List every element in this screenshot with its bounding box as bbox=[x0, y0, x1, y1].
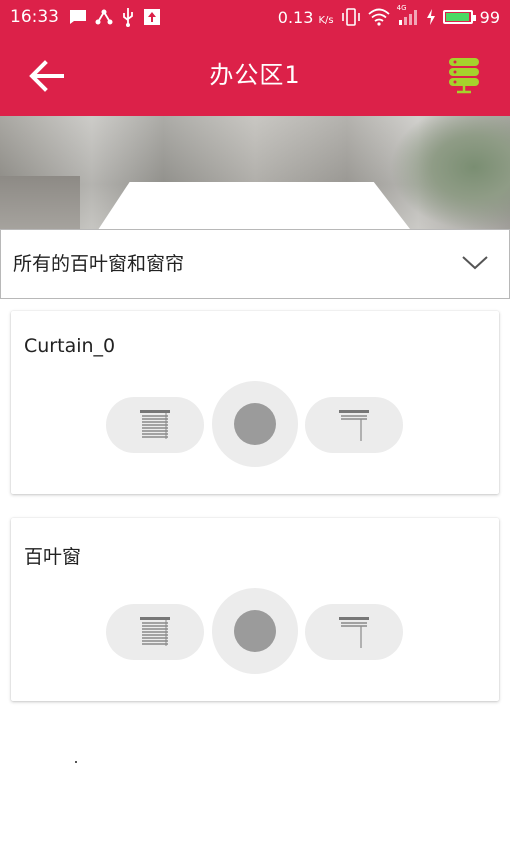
stop-button[interactable] bbox=[234, 403, 276, 445]
upload-icon bbox=[143, 8, 161, 26]
server-button[interactable] bbox=[444, 54, 484, 98]
open-blind-button[interactable] bbox=[305, 604, 403, 660]
app-bar: 办公区1 bbox=[0, 34, 510, 116]
network-type: 4G bbox=[396, 4, 407, 12]
device-card: 百叶窗 bbox=[11, 518, 499, 701]
open-blind-button[interactable] bbox=[305, 397, 403, 453]
battery-fill bbox=[445, 13, 470, 21]
message-icon bbox=[69, 9, 87, 25]
close-blind-button[interactable] bbox=[106, 604, 204, 660]
device-filter-dropdown[interactable]: 所有的百叶窗和窗帘 bbox=[0, 229, 510, 299]
battery-level: 99 bbox=[479, 7, 500, 27]
stop-ring bbox=[206, 375, 304, 473]
dropdown-selected-value: 所有的百叶窗和窗帘 bbox=[13, 253, 185, 275]
data-rate: 0.13 K/s bbox=[278, 8, 334, 27]
data-rate-value: 0.13 bbox=[277, 7, 314, 27]
status-bar: 16:33 0.13 K/s 4G 99 bbox=[0, 0, 510, 34]
device-name: Curtain_0 bbox=[24, 335, 116, 357]
blind-closed-icon bbox=[140, 410, 170, 439]
usb-icon bbox=[121, 7, 135, 27]
data-rate-unit: K/s bbox=[318, 14, 334, 26]
vibrate-icon bbox=[341, 8, 361, 26]
device-card: Curtain_0 bbox=[11, 311, 499, 494]
blind-open-icon bbox=[339, 410, 369, 441]
signal-icon: 4G bbox=[397, 4, 419, 26]
blind-controls bbox=[106, 582, 403, 680]
room-banner-image bbox=[0, 116, 510, 230]
stop-button[interactable] bbox=[234, 610, 276, 652]
blind-open-icon bbox=[339, 617, 369, 648]
stop-ring bbox=[206, 582, 304, 680]
server-icon bbox=[449, 58, 479, 94]
artifact-dot bbox=[75, 761, 77, 763]
wifi-icon bbox=[368, 8, 390, 26]
blind-closed-icon bbox=[140, 617, 170, 646]
charging-icon bbox=[426, 8, 436, 26]
battery-icon bbox=[442, 10, 476, 24]
close-blind-button[interactable] bbox=[106, 397, 204, 453]
share-icon bbox=[95, 8, 113, 26]
chevron-down-icon bbox=[462, 256, 488, 270]
blind-controls bbox=[106, 375, 403, 473]
page-title: 办公区1 bbox=[209, 61, 301, 89]
device-name: 百叶窗 bbox=[24, 546, 82, 568]
status-time: 16:33 bbox=[10, 7, 59, 27]
